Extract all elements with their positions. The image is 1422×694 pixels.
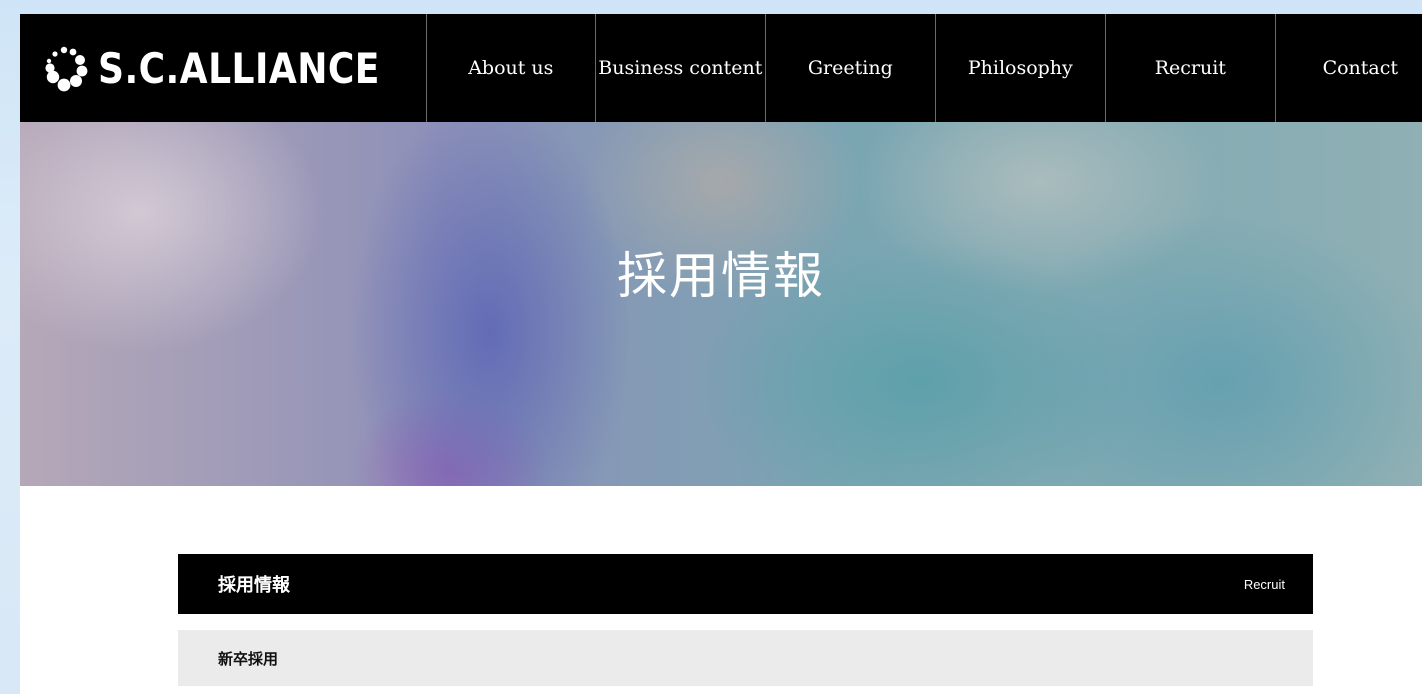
nav-item-contact[interactable]: Contact xyxy=(1274,14,1422,122)
list-item-label: 新卒採用 xyxy=(218,649,279,668)
nav-item-about-us[interactable]: About us xyxy=(425,14,595,122)
nav-item-philosophy[interactable]: Philosophy xyxy=(934,14,1105,122)
nav-item-recruit[interactable]: Recruit xyxy=(1104,14,1275,122)
section-title: 採用情報 xyxy=(218,575,290,596)
hero-title: 採用情報 xyxy=(617,247,825,305)
recruit-section-header: 採用情報 Recruit xyxy=(178,554,1313,614)
nav-item-greeting[interactable]: Greeting xyxy=(764,14,935,122)
page-container: S.C.ALLIANCE About us Business content G… xyxy=(20,14,1422,694)
hero-banner: 採用情報 xyxy=(20,122,1422,486)
section-subtitle: Recruit xyxy=(1243,576,1285,592)
site-logo[interactable]: S.C.ALLIANCE xyxy=(20,14,426,122)
site-header: S.C.ALLIANCE About us Business content G… xyxy=(20,14,1422,122)
new-graduate-recruit-item[interactable]: 新卒採用 xyxy=(178,630,1313,686)
browser-viewport: { "header": { "logo_text": "S.C.ALLIANCE… xyxy=(0,0,1422,694)
nav-item-business-content[interactable]: Business content xyxy=(594,14,765,122)
logo-wordmark: S.C.ALLIANCE xyxy=(98,43,380,93)
bubble-cluster-icon xyxy=(45,46,88,92)
main-nav: About us Business content Greeting Philo… xyxy=(425,14,1422,122)
